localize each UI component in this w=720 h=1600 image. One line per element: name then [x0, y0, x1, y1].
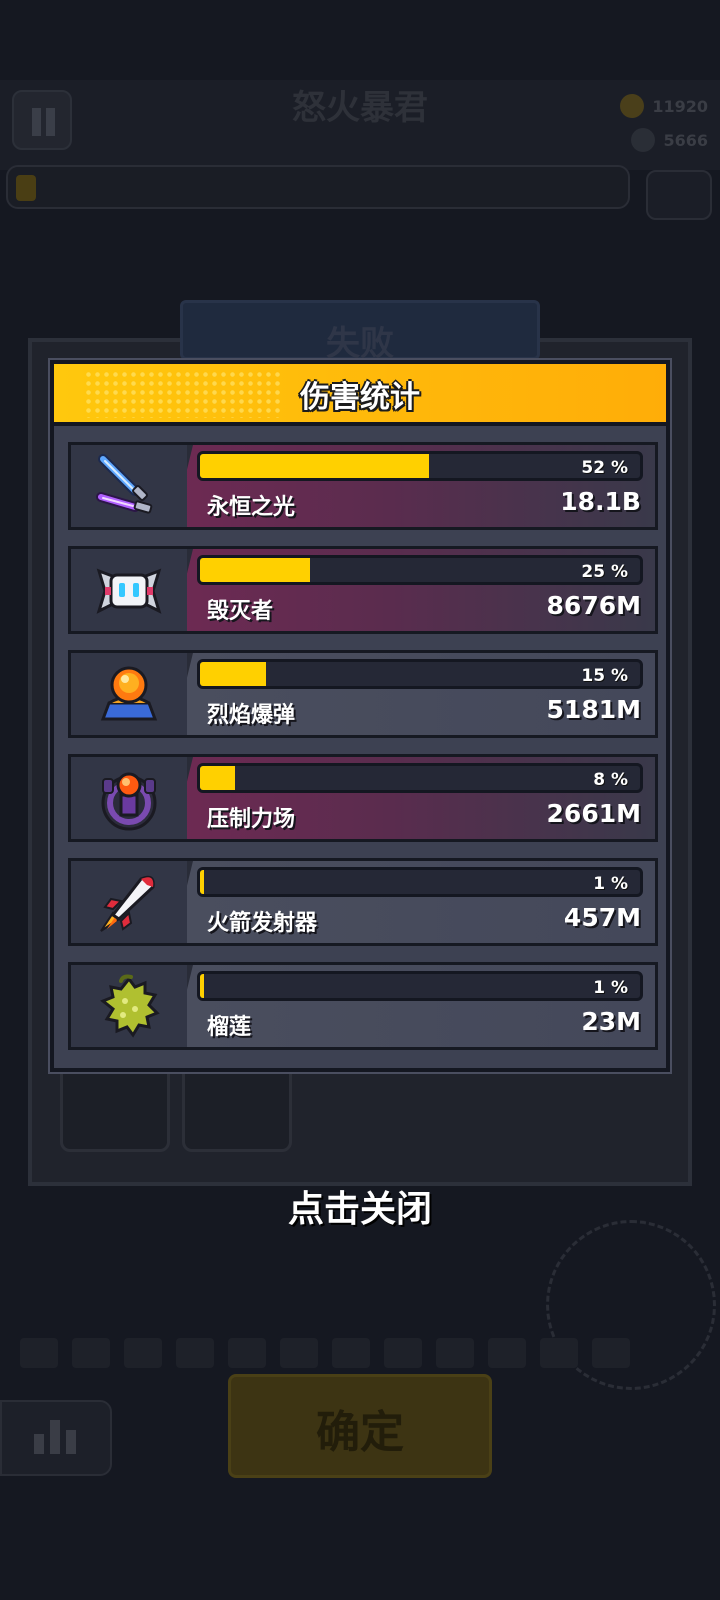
stats-icon — [0, 1400, 112, 1476]
damage-stats-popup: 伤害统计 52 % 永恒之光 18.1B 25 % 毁灭者 8676M 15 %… — [50, 360, 670, 1072]
weapon-icon-box — [71, 549, 187, 631]
weapon-name: 永恒之光 — [207, 495, 296, 520]
force-field-icon — [101, 772, 157, 831]
damage-progress-bar: 1 % — [197, 867, 643, 897]
dual-lightsaber-icon — [96, 454, 153, 514]
damage-percent: 1 % — [593, 874, 628, 894]
damage-percent: 25 % — [581, 562, 628, 582]
rocket-icon — [100, 875, 155, 932]
coin-count: 11920 — [652, 96, 708, 116]
weapon-name: 烈焰爆弹 — [207, 703, 296, 728]
weapon-icon-box — [71, 965, 187, 1047]
gem-counter: 5666 — [631, 128, 708, 152]
damage-percent: 52 % — [581, 458, 628, 478]
popup-title: 伤害统计 — [300, 380, 420, 415]
coin-icon — [620, 94, 645, 118]
damage-value: 5181M — [546, 695, 641, 724]
weapon-icon-box — [71, 653, 187, 735]
weapon-icon-box — [71, 757, 187, 839]
damage-percent: 8 % — [593, 770, 628, 790]
damage-value: 8676M — [546, 591, 641, 620]
damage-progress-bar: 52 % — [197, 451, 643, 481]
weapon-name: 毁灭者 — [207, 599, 274, 624]
popup-header: 伤害统计 — [54, 364, 666, 426]
damage-row: 8 % 压制力场 2661M — [68, 754, 658, 842]
result-banner: 失败 — [326, 324, 394, 364]
tap-to-close-hint[interactable]: 点击关闭 — [0, 1180, 720, 1232]
robot-drone-icon — [96, 568, 162, 614]
damage-value: 457M — [563, 903, 641, 932]
level-title: 怒火暴君 — [292, 88, 428, 128]
cat-icon — [646, 170, 712, 220]
weapon-name: 榴莲 — [207, 1015, 252, 1040]
damage-value: 23M — [581, 1007, 641, 1036]
damage-percent: 15 % — [581, 666, 628, 686]
boss-health-bar — [6, 165, 630, 209]
damage-progress-bar: 1 % — [197, 971, 643, 1001]
weapon-icon-box — [71, 445, 187, 527]
damage-row: 15 % 烈焰爆弹 5181M — [68, 650, 658, 738]
damage-percent: 1 % — [593, 978, 628, 998]
damage-progress-bar: 8 % — [197, 763, 643, 793]
damage-row: 52 % 永恒之光 18.1B — [68, 442, 658, 530]
damage-list: 52 % 永恒之光 18.1B 25 % 毁灭者 8676M 15 % 烈焰爆弹… — [68, 442, 658, 1066]
coin-counter: 11920 — [620, 94, 708, 118]
weapon-name: 压制力场 — [207, 807, 296, 832]
bottom-strip — [0, 1330, 720, 1374]
gem-count: 5666 — [663, 130, 708, 150]
damage-row: 1 % 榴莲 23M — [68, 962, 658, 1050]
gem-icon — [631, 128, 656, 152]
damage-row: 1 % 火箭发射器 457M — [68, 858, 658, 946]
damage-value: 18.1B — [560, 487, 641, 516]
weapon-icon-box — [71, 861, 187, 943]
weapon-name: 火箭发射器 — [207, 911, 318, 936]
damage-progress-bar: 15 % — [197, 659, 643, 689]
damage-progress-bar: 25 % — [197, 555, 643, 585]
durian-icon — [100, 974, 160, 1038]
damage-value: 2661M — [546, 799, 641, 828]
confirm-label: 确定 — [316, 1407, 404, 1458]
damage-row: 25 % 毁灭者 8676M — [68, 546, 658, 634]
fire-bomb-icon — [100, 666, 158, 721]
